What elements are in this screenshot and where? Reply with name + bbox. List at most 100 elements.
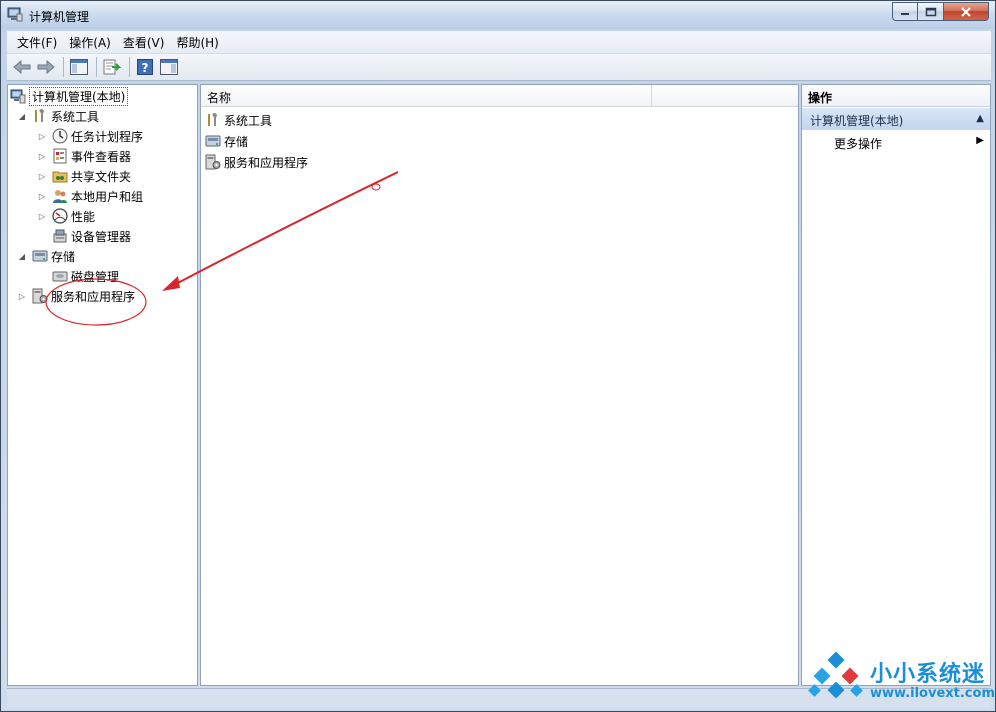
tree-item-label: 服务和应用程序: [51, 289, 136, 304]
tree-item-label: 本地用户和组: [71, 189, 144, 204]
tree-item-label: 存储: [51, 249, 76, 264]
device-manager-icon: [53, 229, 67, 243]
services-icon: [32, 288, 48, 304]
close-button[interactable]: [944, 2, 989, 21]
menu-bar: 文件(F) 操作(A) 查看(V) 帮助(H): [7, 31, 991, 53]
list-item-label: 存储: [224, 134, 249, 149]
column-header-name[interactable]: 名称: [201, 85, 652, 107]
tree-item-disk-management[interactable]: 磁盘管理: [52, 266, 119, 286]
tree-item-label: 共享文件夹: [71, 169, 132, 184]
tree-item-device-manager[interactable]: 设备管理器: [52, 226, 131, 246]
actions-section-header[interactable]: 计算机管理(本地) ▲: [802, 108, 990, 130]
result-list-pane: 名称 系统工具 存储 服务和应用程序: [200, 84, 799, 686]
watermark-brand: 小小系统迷: [870, 662, 986, 687]
tree-item-label: 设备管理器: [71, 229, 132, 244]
tree-item-shared-folders[interactable]: ▷ 共享文件夹: [36, 166, 131, 186]
tree-item-label: 任务计划程序: [71, 129, 144, 144]
list-item-storage[interactable]: 存储: [205, 131, 248, 151]
export-list-button[interactable]: [101, 56, 123, 78]
tree-item-performance[interactable]: ▷ 性能: [36, 206, 95, 226]
close-icon: [961, 6, 971, 17]
console-tree-pane: 计算机管理(本地) ◢ 系统工具 ▷ 任务计划程序 ▷ 事件查看器 ▷ 共享文件…: [7, 84, 198, 686]
actions-title: 操作: [802, 85, 990, 107]
help-button[interactable]: ?: [134, 56, 156, 78]
console-tree-icon: [70, 59, 88, 75]
minimize-icon: [901, 12, 909, 15]
event-viewer-icon: [53, 148, 67, 164]
toolbar-separator: [96, 57, 97, 77]
toolbar: ?: [7, 53, 991, 81]
restore-icon: [925, 7, 936, 16]
help-icon: ?: [137, 59, 153, 75]
submenu-arrow-icon: ▶: [976, 135, 984, 146]
tree-item-label: 事件查看器: [71, 149, 132, 164]
disk-icon: [52, 271, 68, 282]
actions-section-label: 计算机管理(本地): [810, 114, 904, 128]
show-hide-action-pane-button[interactable]: [158, 56, 180, 78]
title-bar: 计算机管理: [1, 1, 995, 29]
performance-icon: [52, 208, 68, 224]
tree-item-computer-management-root[interactable]: 计算机管理(本地): [10, 86, 129, 106]
expand-arrow-icon[interactable]: ▷: [36, 190, 48, 202]
menu-help[interactable]: 帮助(H): [170, 34, 224, 51]
list-header: 名称: [201, 85, 798, 107]
tree-item-event-viewer[interactable]: ▷ 事件查看器: [36, 146, 131, 166]
watermark-logo: 小小系统迷 www.ilovext.com: [808, 651, 995, 708]
toolbar-separator: [63, 57, 64, 77]
tree-item-label: 磁盘管理: [71, 269, 120, 284]
diamond-logo-icon: [808, 651, 863, 699]
expand-arrow-icon[interactable]: ▷: [36, 130, 48, 142]
tools-icon: [35, 109, 45, 122]
tree-item-local-users-groups[interactable]: ▷ 本地用户和组: [36, 186, 143, 206]
window-title: 计算机管理: [29, 10, 90, 24]
clock-icon: [52, 128, 68, 144]
expand-arrow-icon[interactable]: ▷: [36, 170, 48, 182]
services-icon: [205, 154, 221, 170]
svg-text:?: ?: [142, 61, 149, 75]
show-hide-console-tree-button[interactable]: [68, 56, 90, 78]
computer-management-icon: [7, 7, 23, 22]
window-controls: [892, 2, 989, 21]
computer-management-window: 计算机管理 文件(F) 操作(A) 查看(V) 帮助(H) ? 计算机管理(本地…: [0, 0, 996, 712]
tree-item-services-applications[interactable]: ▷ 服务和应用程序: [16, 286, 135, 306]
collapse-arrow-icon[interactable]: ◢: [16, 110, 28, 122]
expand-arrow-icon[interactable]: ▷: [36, 210, 48, 222]
shared-folder-icon: [52, 171, 68, 183]
forward-button[interactable]: [35, 56, 57, 78]
users-icon: [53, 190, 67, 203]
more-actions-item[interactable]: 更多操作 ▶: [834, 135, 984, 152]
column-header-label: 名称: [207, 91, 232, 105]
back-arrow-icon: [13, 60, 31, 74]
expand-arrow-icon[interactable]: ▷: [16, 290, 28, 302]
menu-view[interactable]: 查看(V): [117, 34, 171, 51]
expand-arrow-icon[interactable]: ▷: [36, 150, 48, 162]
list-item-label: 服务和应用程序: [224, 155, 309, 170]
forward-arrow-icon: [37, 60, 55, 74]
tree-item-label: 性能: [71, 209, 96, 224]
menu-file[interactable]: 文件(F): [11, 34, 63, 51]
storage-icon: [205, 135, 221, 147]
tree-item-system-tools[interactable]: ◢ 系统工具: [16, 106, 99, 126]
more-actions-label: 更多操作: [834, 137, 883, 151]
maximize-button[interactable]: [918, 2, 944, 21]
minimize-button[interactable]: [892, 2, 918, 21]
tree-item-label: 系统工具: [51, 109, 100, 124]
action-pane-icon: [160, 59, 178, 75]
list-item-services-applications[interactable]: 服务和应用程序: [205, 152, 308, 172]
watermark-url: www.ilovext.com: [870, 686, 995, 701]
collapse-arrow-icon[interactable]: ◢: [16, 250, 28, 262]
back-button[interactable]: [11, 56, 33, 78]
storage-icon: [32, 250, 48, 262]
list-item-system-tools[interactable]: 系统工具: [205, 110, 272, 130]
computer-management-icon: [10, 89, 26, 104]
tree-item-task-scheduler[interactable]: ▷ 任务计划程序: [36, 126, 143, 146]
tree-item-storage[interactable]: ◢ 存储: [16, 246, 75, 266]
actions-pane: 操作 计算机管理(本地) ▲ 更多操作 ▶: [801, 84, 991, 686]
list-item-label: 系统工具: [224, 113, 273, 128]
tools-icon: [208, 113, 218, 126]
collapse-up-icon[interactable]: ▲: [976, 113, 984, 124]
export-list-icon: [103, 59, 121, 75]
tree-root-label: 计算机管理(本地): [29, 86, 129, 106]
menu-action[interactable]: 操作(A): [63, 34, 117, 51]
toolbar-separator: [129, 57, 130, 77]
